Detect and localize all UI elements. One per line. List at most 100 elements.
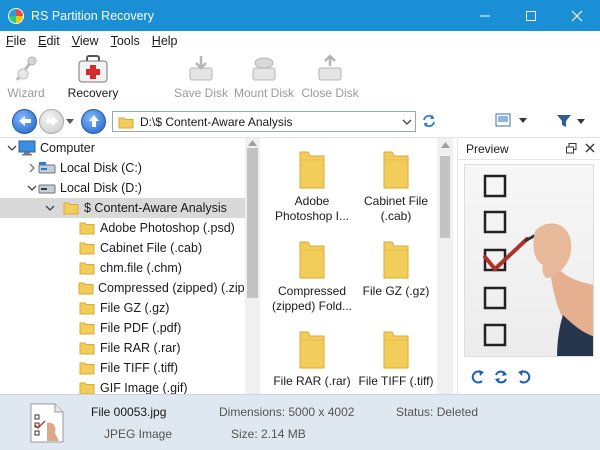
mount-disk-button[interactable]: Mount Disk bbox=[230, 51, 298, 105]
menu-bar: File Edit View Tools Help bbox=[0, 31, 600, 51]
menu-file[interactable]: File bbox=[0, 34, 32, 48]
file-item-name-line2: (zipped) Fold... bbox=[271, 299, 353, 313]
tree-item-local-disk-c[interactable]: Local Disk (C:) bbox=[0, 158, 245, 178]
file-item-compressed-zipped[interactable]: Compressed (zipped) Fold... bbox=[269, 234, 355, 314]
file-grid-scrollbar[interactable] bbox=[437, 138, 453, 394]
toolbar: Wizard Recovery Save Disk Mount Disk Clo… bbox=[0, 51, 600, 105]
collapse-chevron-icon[interactable] bbox=[26, 182, 38, 194]
rotate-right-icon[interactable] bbox=[516, 369, 532, 385]
file-item-name-line2: (.cab) bbox=[380, 209, 412, 223]
tree-item-chm-file[interactable]: chm.file (.chm) bbox=[0, 258, 245, 278]
tree-item-file-pdf[interactable]: File PDF (.pdf) bbox=[0, 318, 245, 338]
file-grid: Adobe Photoshop I... Cabinet File (.cab)… bbox=[263, 138, 453, 394]
refresh-icon bbox=[423, 115, 435, 127]
folder-icon bbox=[78, 360, 96, 376]
collapse-chevron-icon[interactable] bbox=[44, 202, 56, 214]
file-item-file-rar[interactable]: File RAR (.rar) bbox=[269, 324, 355, 389]
folder-icon bbox=[78, 340, 96, 356]
tree-item-label: File PDF (.pdf) bbox=[100, 321, 182, 335]
up-folder-button[interactable] bbox=[81, 108, 106, 134]
history-dropdown[interactable] bbox=[65, 118, 75, 124]
tree-item-gif-image[interactable]: GIF Image (.gif) bbox=[0, 378, 245, 394]
back-button[interactable] bbox=[12, 108, 37, 134]
disk-icon bbox=[38, 160, 56, 176]
chevron-down-icon bbox=[519, 117, 527, 123]
folder-icon bbox=[78, 300, 96, 316]
save-disk-label: Save Disk bbox=[173, 86, 229, 100]
maximize-button[interactable] bbox=[508, 0, 554, 31]
scroll-up-icon[interactable] bbox=[248, 140, 257, 146]
status-size: Size: 2.14 MB bbox=[231, 427, 306, 441]
file-item-cabinet-file[interactable]: Cabinet File (.cab) bbox=[353, 144, 439, 224]
file-item-name-line1: Compressed bbox=[277, 284, 347, 298]
folder-tree: Computer Local Disk (C:) Local Disk (D:)… bbox=[0, 138, 260, 394]
tree-item-adobe-photoshop[interactable]: Adobe Photoshop (.psd) bbox=[0, 218, 245, 238]
file-grid-scroll-thumb[interactable] bbox=[440, 156, 450, 238]
chevron-down-icon bbox=[402, 119, 412, 125]
scroll-up-icon[interactable] bbox=[441, 142, 450, 148]
rotate-both-icon[interactable] bbox=[492, 369, 510, 385]
menu-help-label: elp bbox=[160, 34, 178, 48]
forward-button[interactable] bbox=[39, 108, 64, 134]
tree-item-content-aware-analysis[interactable]: $ Content-Aware Analysis bbox=[0, 198, 245, 218]
arrow-up-icon bbox=[88, 115, 99, 127]
close-pane-icon[interactable] bbox=[585, 143, 595, 153]
minimize-button[interactable] bbox=[462, 0, 508, 31]
filter-button[interactable] bbox=[556, 113, 585, 129]
tree-item-file-tiff[interactable]: File TIFF (.tiff) bbox=[0, 358, 245, 378]
close-disk-button[interactable]: Close Disk bbox=[298, 51, 362, 105]
tree-item-label: Computer bbox=[40, 141, 95, 155]
expand-chevron-icon[interactable] bbox=[26, 162, 38, 174]
tree-item-local-disk-d[interactable]: Local Disk (D:) bbox=[0, 178, 245, 198]
tree-scroll-thumb[interactable] bbox=[247, 148, 258, 298]
tree-scrollbar[interactable] bbox=[245, 138, 260, 394]
menu-tools-label: ools bbox=[116, 34, 140, 48]
wizard-label: Wizard bbox=[7, 86, 45, 100]
path-dropdown-button[interactable] bbox=[399, 119, 415, 125]
close-disk-icon bbox=[313, 54, 347, 84]
folder-icon bbox=[62, 200, 80, 216]
tree-item-computer[interactable]: Computer bbox=[0, 138, 245, 158]
tree-item-label: $ Content-Aware Analysis bbox=[84, 201, 227, 215]
path-combobox[interactable]: D:\$ Content-Aware Analysis bbox=[112, 111, 416, 132]
folder-icon bbox=[78, 220, 96, 236]
menu-help[interactable]: Help bbox=[146, 34, 184, 48]
file-item-adobe-photoshop[interactable]: Adobe Photoshop I... bbox=[269, 144, 355, 224]
wizard-button[interactable]: Wizard bbox=[0, 51, 52, 105]
refresh-button[interactable] bbox=[421, 114, 437, 131]
tree-item-label: Compressed (zipped) (.zip) bbox=[98, 281, 249, 295]
folder-icon bbox=[292, 234, 332, 280]
save-disk-button[interactable]: Save Disk bbox=[172, 51, 230, 105]
tree-item-label: GIF Image (.gif) bbox=[100, 381, 188, 394]
status-dimensions: Dimensions: 5000 x 4002 bbox=[219, 405, 355, 419]
menu-edit[interactable]: Edit bbox=[32, 34, 66, 48]
status-deleted-state: Status: Deleted bbox=[396, 405, 479, 419]
first-aid-kit-icon bbox=[76, 54, 110, 84]
collapse-chevron-icon[interactable] bbox=[6, 142, 18, 154]
menu-view[interactable]: View bbox=[66, 34, 105, 48]
preview-header: Preview bbox=[458, 138, 600, 160]
folder-icon bbox=[292, 144, 332, 190]
rotate-left-icon[interactable] bbox=[470, 369, 486, 385]
filter-icon bbox=[557, 115, 571, 127]
undock-icon[interactable] bbox=[566, 143, 577, 154]
preview-pane: Preview bbox=[457, 138, 600, 394]
menu-file-mnemonic: F bbox=[6, 34, 14, 48]
tree-item-label: chm.file (.chm) bbox=[100, 261, 182, 275]
tree-item-file-rar[interactable]: File RAR (.rar) bbox=[0, 338, 245, 358]
preview-rotate-controls bbox=[470, 369, 532, 385]
file-item-file-gz[interactable]: File GZ (.gz) bbox=[353, 234, 439, 299]
folder-icon bbox=[118, 117, 134, 128]
menu-tools[interactable]: Tools bbox=[105, 34, 146, 48]
recovery-button[interactable]: Recovery bbox=[52, 51, 134, 105]
close-button[interactable] bbox=[554, 0, 600, 31]
tree-item-label: Local Disk (C:) bbox=[60, 161, 142, 175]
tree-item-compressed-zip[interactable]: Compressed (zipped) (.zip) bbox=[0, 278, 249, 298]
tree-item-file-gz[interactable]: File GZ (.gz) bbox=[0, 298, 245, 318]
checklist-photo-icon bbox=[483, 174, 593, 356]
tree-item-cabinet-file[interactable]: Cabinet File (.cab) bbox=[0, 238, 245, 258]
file-item-name-line1: Adobe bbox=[294, 194, 330, 208]
file-item-name-line1: Cabinet File bbox=[363, 194, 429, 208]
file-item-file-tiff[interactable]: File TIFF (.tiff) bbox=[353, 324, 439, 389]
view-mode-button[interactable] bbox=[495, 113, 527, 127]
